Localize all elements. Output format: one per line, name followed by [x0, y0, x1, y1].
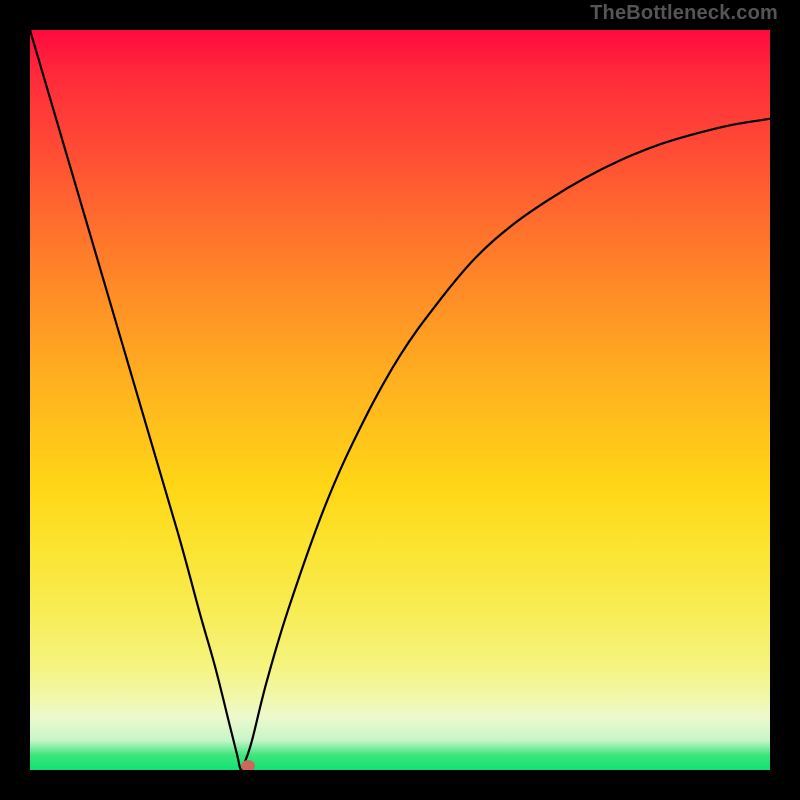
bottleneck-curve [30, 30, 770, 770]
min-point-marker [241, 760, 255, 770]
watermark-text: TheBottleneck.com [590, 2, 778, 25]
plot-area [30, 30, 770, 770]
chart-frame: TheBottleneck.com [0, 0, 800, 800]
